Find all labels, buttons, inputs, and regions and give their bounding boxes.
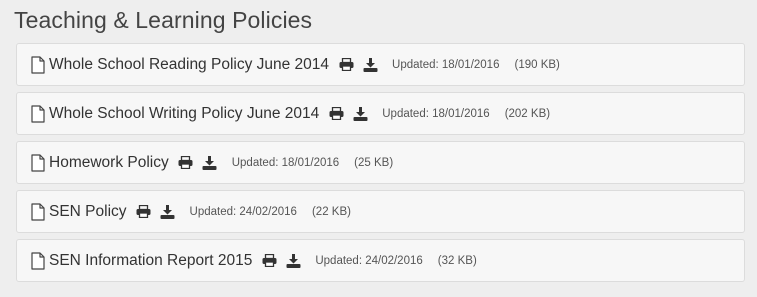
download-icon[interactable] — [352, 106, 368, 122]
document-link[interactable]: Whole School Writing Policy June 2014 — [49, 105, 319, 123]
print-icon[interactable] — [136, 204, 152, 220]
download-icon[interactable] — [362, 57, 378, 73]
file-size: (190 KB) — [514, 58, 560, 71]
print-icon[interactable] — [178, 155, 194, 171]
section-title: Teaching & Learning Policies — [14, 7, 313, 33]
document-link[interactable]: SEN Information Report 2015 — [49, 252, 252, 270]
document-list: Whole School Reading Policy June 2014 Up… — [16, 43, 745, 288]
updated-date: Updated: 18/01/2016 — [231, 156, 340, 169]
file-icon — [31, 55, 47, 74]
print-icon[interactable] — [338, 57, 354, 73]
document-item: Whole School Reading Policy June 2014 Up… — [16, 43, 745, 86]
download-icon[interactable] — [202, 155, 218, 171]
document-item: Homework Policy Updated: 18/01/2016 (25 … — [16, 141, 745, 184]
updated-date: Updated: 24/02/2016 — [315, 254, 423, 267]
document-link[interactable]: SEN Policy — [49, 203, 127, 221]
policies-section: Teaching & Learning Policies Whole Schoo… — [0, 0, 757, 297]
file-size: (25 KB) — [354, 156, 394, 169]
document-item: Whole School Writing Policy June 2014 Up… — [16, 92, 745, 135]
updated-date: Updated: 24/02/2016 — [189, 205, 297, 218]
file-size: (22 KB) — [311, 205, 351, 218]
document-link[interactable]: Whole School Reading Policy June 2014 — [49, 56, 329, 74]
print-icon[interactable] — [261, 253, 277, 269]
updated-date: Updated: 18/01/2016 — [392, 58, 500, 71]
print-icon[interactable] — [328, 106, 344, 122]
download-icon[interactable] — [285, 253, 301, 269]
document-item: SEN Information Report 2015 Updated: 24/… — [16, 239, 745, 282]
download-icon[interactable] — [160, 204, 176, 220]
file-size: (32 KB) — [437, 254, 477, 267]
file-size: (202 KB) — [504, 107, 551, 120]
file-icon — [31, 104, 47, 123]
file-icon — [31, 153, 47, 172]
file-icon — [31, 202, 47, 221]
document-link[interactable]: Homework Policy — [49, 154, 169, 172]
updated-date: Updated: 18/01/2016 — [382, 107, 490, 120]
document-item: SEN Policy Updated: 24/02/2016 (22 KB) — [16, 190, 745, 233]
file-icon — [31, 251, 47, 270]
